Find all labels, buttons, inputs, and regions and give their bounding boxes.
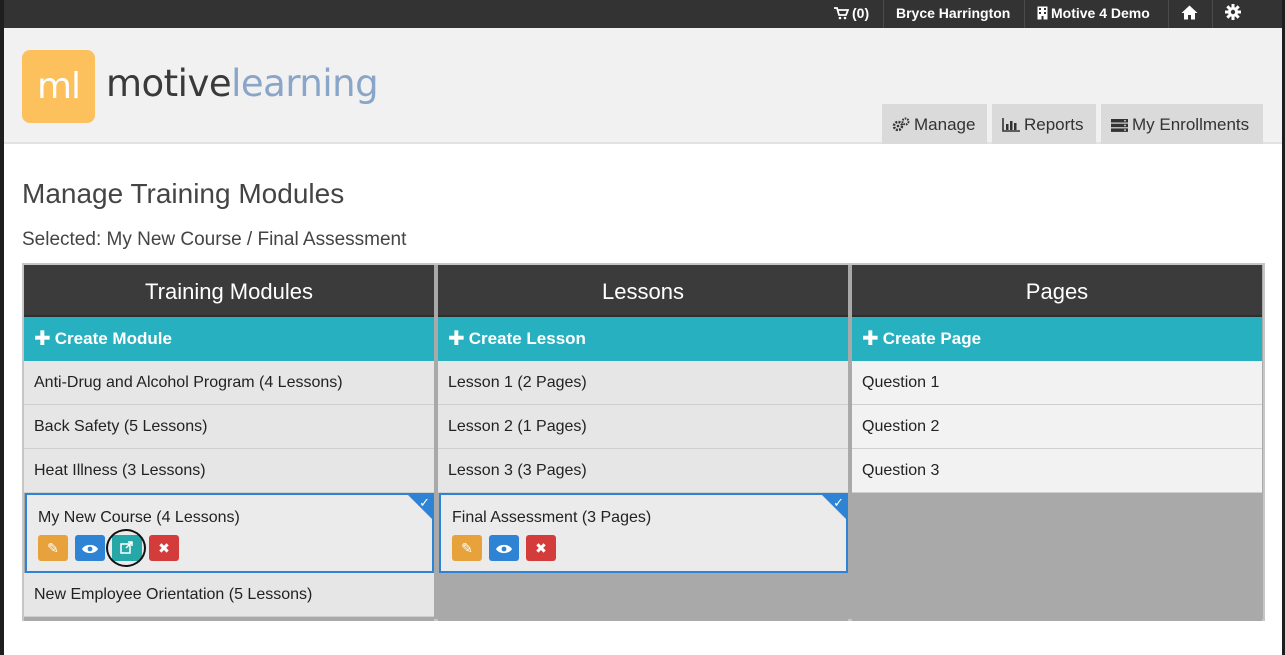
module-row[interactable]: Heat Illness (3 Lessons)	[24, 449, 434, 493]
lesson-row-selected[interactable]: ✓ Final Assessment (3 Pages) ✎ ✖	[439, 493, 848, 573]
lessons-header: Lessons	[438, 265, 848, 317]
home-icon	[1181, 5, 1197, 20]
delete-module-button[interactable]: ✖	[149, 535, 179, 561]
pages-column: Pages ✚ Create Page Question 1 Question 2…	[852, 265, 1262, 621]
plus-icon: ✚	[448, 328, 465, 350]
nav-reports[interactable]: Reports	[992, 104, 1096, 144]
module-row-selected[interactable]: ✓ My New Course (4 Lessons) ✎ ✖	[25, 493, 434, 573]
user-menu[interactable]: Bryce Harrington	[883, 0, 1022, 28]
check-icon: ✓	[419, 495, 430, 510]
lesson-row[interactable]: Lesson 2 (1 Pages)	[438, 405, 848, 449]
module-row-label: My New Course (4 Lessons)	[38, 509, 240, 526]
site-header: ml motivelearning Manage Reports My Enro…	[4, 28, 1282, 144]
modules-panel: Training Modules ✚ Create Module Anti-Dru…	[22, 263, 1265, 621]
org-name: Motive 4 Demo	[1051, 5, 1150, 21]
module-row[interactable]: Anti-Drug and Alcohol Program (4 Lessons…	[24, 361, 434, 405]
check-icon: ✓	[833, 495, 844, 510]
pages-header: Pages	[852, 265, 1262, 317]
pencil-icon: ✎	[461, 540, 473, 556]
bar-chart-icon	[1002, 118, 1020, 132]
edit-lesson-button[interactable]: ✎	[452, 535, 482, 561]
close-icon: ✖	[535, 540, 547, 556]
create-module-button[interactable]: ✚ Create Module	[24, 317, 434, 361]
create-module-label: Create Module	[54, 329, 172, 348]
plus-icon: ✚	[862, 328, 879, 350]
page-row[interactable]: Question 2	[852, 405, 1262, 449]
training-modules-column: Training Modules ✚ Create Module Anti-Dru…	[24, 265, 434, 621]
home-button[interactable]	[1168, 0, 1212, 28]
cart-count: (0)	[852, 5, 870, 21]
module-row[interactable]: New Employee Orientation (5 Lessons)	[24, 573, 434, 617]
page-title: Manage Training Modules	[22, 178, 345, 209]
selected-path: Selected: My New Course / Final Assessme…	[22, 229, 407, 250]
close-icon: ✖	[158, 540, 170, 556]
user-name: Bryce Harrington	[896, 5, 1011, 21]
nav-reports-label: Reports	[1024, 115, 1084, 134]
lesson-row-label: Final Assessment (3 Pages)	[452, 509, 652, 526]
lesson-actions: ✎ ✖	[452, 535, 846, 561]
app-frame: (0) Bryce Harrington Motive 4 Demo ml mo…	[4, 0, 1282, 655]
page-row[interactable]: Question 1	[852, 361, 1262, 405]
cart-link[interactable]: (0)	[822, 0, 881, 28]
edit-module-button[interactable]: ✎	[38, 535, 68, 561]
lessons-column: Lessons ✚ Create Lesson Lesson 1 (2 Pages…	[438, 265, 848, 621]
nav-manage-label: Manage	[914, 115, 976, 134]
module-row[interactable]: Back Safety (5 Lessons)	[24, 405, 434, 449]
page-row[interactable]: Question 3	[852, 449, 1262, 493]
view-module-button[interactable]	[75, 535, 105, 561]
pencil-icon: ✎	[47, 540, 59, 556]
logo-mark[interactable]: ml	[22, 50, 95, 123]
settings-button[interactable]	[1212, 0, 1256, 28]
nav-enrollments-label: My Enrollments	[1132, 115, 1250, 134]
delete-lesson-button[interactable]: ✖	[526, 535, 556, 561]
lesson-row[interactable]: Lesson 3 (3 Pages)	[438, 449, 848, 493]
server-list-icon	[1111, 119, 1128, 132]
training-modules-header: Training Modules	[24, 265, 434, 317]
cart-icon	[834, 7, 850, 20]
nav-my-enrollments[interactable]: My Enrollments	[1101, 104, 1263, 144]
top-bar: (0) Bryce Harrington Motive 4 Demo	[4, 0, 1282, 28]
org-menu[interactable]: Motive 4 Demo	[1024, 0, 1162, 28]
lesson-row[interactable]: Lesson 1 (2 Pages)	[438, 361, 848, 405]
create-lesson-label: Create Lesson	[468, 329, 586, 348]
logo-text-motive: motive	[106, 62, 232, 105]
eye-icon	[82, 544, 98, 554]
building-icon	[1037, 6, 1048, 20]
logo-wordmark[interactable]: motivelearning	[106, 62, 379, 105]
cursor-highlight	[106, 529, 146, 567]
cogs-icon	[892, 117, 910, 132]
create-page-button[interactable]: ✚ Create Page	[852, 317, 1262, 361]
logo-text-learning: learning	[231, 62, 379, 105]
eye-icon	[496, 544, 512, 554]
module-actions: ✎ ✖	[38, 529, 432, 567]
create-page-label: Create Page	[882, 329, 982, 348]
duplicate-module-button[interactable]	[106, 529, 146, 567]
view-lesson-button[interactable]	[489, 535, 519, 561]
plus-icon: ✚	[34, 328, 51, 350]
gear-icon	[1225, 4, 1241, 20]
create-lesson-button[interactable]: ✚ Create Lesson	[438, 317, 848, 361]
nav-manage[interactable]: Manage	[882, 104, 987, 144]
